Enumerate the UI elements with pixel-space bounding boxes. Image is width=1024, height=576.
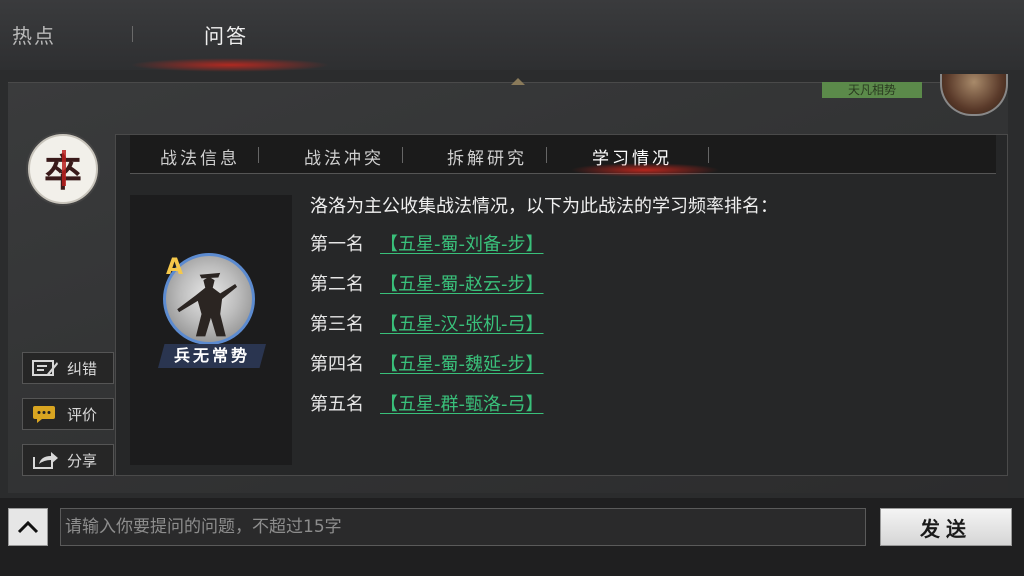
panel-tabs: 战法信息 战法冲突 拆解研究 学习情况 [130,135,996,177]
tab-skill-info[interactable]: 战法信息 [160,144,240,169]
rank-row: 第三名 【五星-汉-张机-弓】 [310,313,544,337]
tab-divider [546,147,547,163]
rank-label: 第一名 [310,234,364,255]
rank-link[interactable]: 【五星-群-甄洛-弓】 [380,394,544,415]
scroll-indicator-icon [511,78,525,85]
divider [132,26,133,42]
tab-hot[interactable]: 热点 [12,20,56,49]
edit-icon [32,360,58,376]
review-button[interactable]: 评价 [22,398,114,430]
tab-research[interactable]: 拆解研究 [447,144,527,169]
rank-label: 第三名 [310,314,364,335]
active-tab-glow [570,163,720,177]
rank-label: 第二名 [310,274,364,295]
rank-label: 第五名 [310,394,364,415]
comment-icon [33,406,55,423]
share-icon [33,452,58,469]
rank-link[interactable]: 【五星-蜀-赵云-步】 [380,274,544,295]
expand-button[interactable] [8,508,48,546]
bot-avatar-char: 卒 [44,142,82,197]
share-label: 分享 [67,451,98,470]
learning-content: 洛洛为主公收集战法情况，以下为此战法的学习频率排名： 第一名 【五星-蜀-刘备-步… [310,195,778,415]
tab-divider [708,147,709,163]
user-message-badge: 天凡相势 [822,82,922,98]
chevron-up-icon [17,520,39,534]
tab-divider [258,147,259,163]
skill-name: 兵无常势 [158,344,266,368]
report-error-button[interactable]: 纠错 [22,352,114,384]
skill-grade: A [166,255,184,280]
send-button[interactable]: 发送 [880,508,1012,546]
intro-text: 洛洛为主公收集战法情况，以下为此战法的学习频率排名： [310,196,778,217]
question-input[interactable]: 请输入你要提问的问题，不超过15字 [60,508,866,546]
rank-link[interactable]: 【五星-汉-张机-弓】 [380,314,544,335]
tab-skill-conflict[interactable]: 战法冲突 [304,144,384,169]
bot-avatar[interactable]: 卒 [28,134,98,204]
rank-row: 第五名 【五星-群-甄洛-弓】 [310,393,544,417]
rank-label: 第四名 [310,354,364,375]
rank-link[interactable]: 【五星-蜀-魏延-步】 [380,354,544,375]
rank-row: 第二名 【五星-蜀-赵云-步】 [310,273,544,297]
share-button[interactable]: 分享 [22,444,114,476]
active-tab-glow [130,58,330,72]
report-error-label: 纠错 [67,359,98,378]
tab-divider [402,147,403,163]
review-label: 评价 [67,405,98,424]
tab-qa[interactable]: 问答 [204,20,248,49]
rank-link[interactable]: 【五星-蜀-刘备-步】 [380,234,544,255]
skill-info-panel: 战法信息 战法冲突 拆解研究 学习情况 A 兵无常势 洛洛为主公收集战法情况，以… [115,134,1008,476]
skill-card[interactable]: A 兵无常势 [130,195,292,465]
rank-row: 第一名 【五星-蜀-刘备-步】 [310,233,544,257]
rank-row: 第四名 【五星-蜀-魏延-步】 [310,353,544,377]
top-navbar: 热点 问答 [0,0,1024,72]
